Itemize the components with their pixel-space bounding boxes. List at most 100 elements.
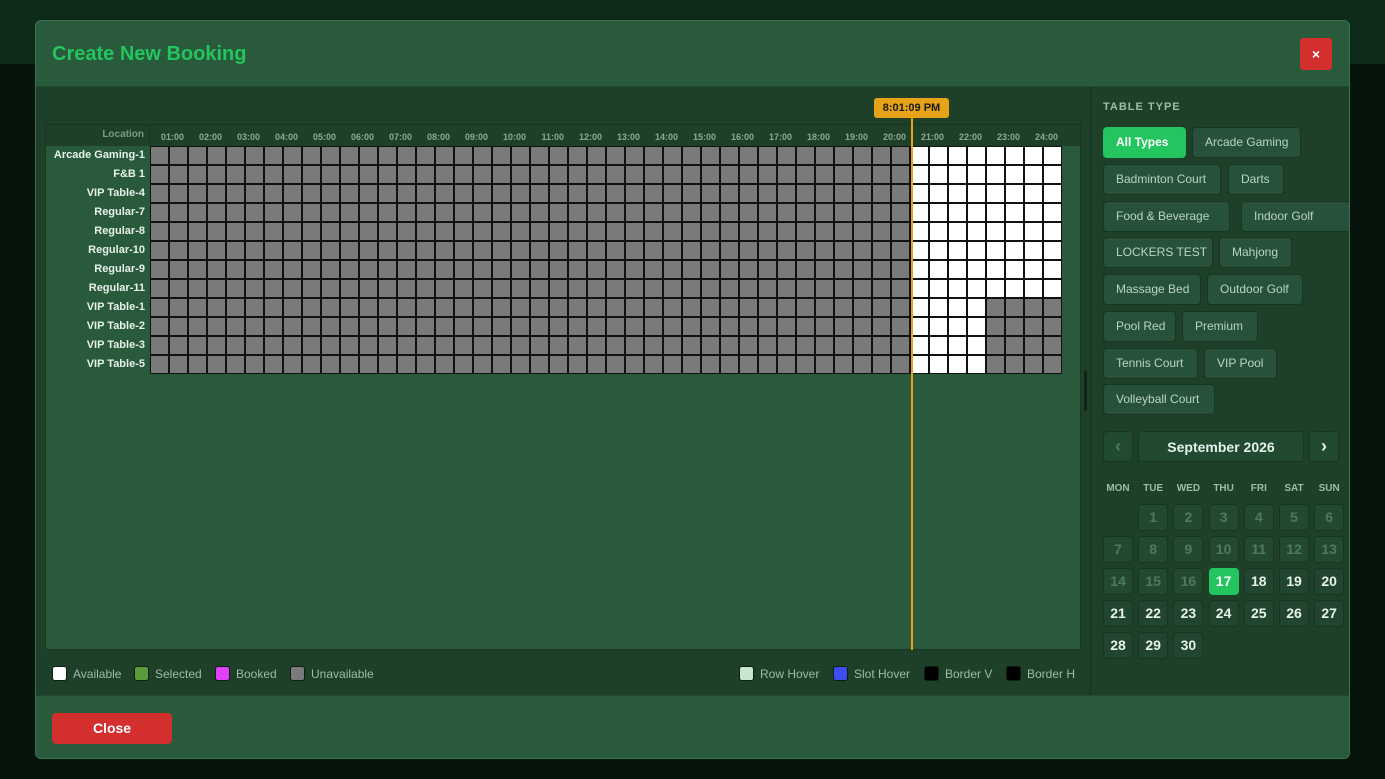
table-type-option[interactable]: Darts [1228, 164, 1284, 195]
slot-available[interactable] [1005, 222, 1024, 241]
slot-available[interactable] [948, 165, 967, 184]
slot-available[interactable] [948, 241, 967, 260]
table-type-option[interactable]: Mahjong [1219, 237, 1292, 268]
slot-available[interactable] [1043, 260, 1062, 279]
slot-available[interactable] [1043, 279, 1062, 298]
slot-available[interactable] [967, 146, 986, 165]
slot-available[interactable] [929, 336, 948, 355]
slot-available[interactable] [967, 241, 986, 260]
slot-available[interactable] [1043, 165, 1062, 184]
slot-available[interactable] [1024, 260, 1043, 279]
slot-available[interactable] [967, 298, 986, 317]
slot-available[interactable] [1005, 241, 1024, 260]
slot-available[interactable] [929, 165, 948, 184]
close-x-button[interactable]: × [1300, 38, 1332, 70]
slot-available[interactable] [929, 241, 948, 260]
slot-available[interactable] [986, 241, 1005, 260]
slot-available[interactable] [1024, 184, 1043, 203]
slot-available[interactable] [967, 317, 986, 336]
slot-available[interactable] [1043, 146, 1062, 165]
slot-available[interactable] [1024, 146, 1043, 165]
table-type-option[interactable]: Massage Bed [1103, 274, 1201, 305]
table-type-option[interactable]: Volleyball Court [1103, 384, 1215, 415]
calendar-day[interactable]: 26 [1279, 600, 1309, 627]
slot-available[interactable] [948, 146, 967, 165]
slot-available[interactable] [1024, 241, 1043, 260]
slot-available[interactable] [948, 260, 967, 279]
calendar-day[interactable]: 25 [1243, 600, 1274, 627]
slot-available[interactable] [1005, 279, 1024, 298]
prev-month-button[interactable]: ‹ [1103, 431, 1133, 462]
slot-available[interactable] [1005, 203, 1024, 222]
slot-available[interactable] [929, 355, 948, 374]
calendar-day[interactable]: 24 [1208, 600, 1239, 627]
slot-available[interactable] [1005, 184, 1024, 203]
slot-available[interactable] [948, 222, 967, 241]
slot-available[interactable] [967, 203, 986, 222]
slot-available[interactable] [1043, 222, 1062, 241]
slot-available[interactable] [948, 203, 967, 222]
slot-available[interactable] [986, 222, 1005, 241]
slot-available[interactable] [1043, 203, 1062, 222]
calendar-day[interactable]: 29 [1138, 632, 1169, 659]
slot-available[interactable] [986, 279, 1005, 298]
slot-available[interactable] [1005, 260, 1024, 279]
calendar-day[interactable]: 22 [1138, 600, 1169, 627]
slot-available[interactable] [967, 184, 986, 203]
next-month-button[interactable]: › [1309, 431, 1339, 462]
table-type-option[interactable]: Badminton Court [1103, 164, 1221, 195]
slot-available[interactable] [1043, 241, 1062, 260]
slot-available[interactable] [1005, 146, 1024, 165]
slot-available[interactable] [967, 279, 986, 298]
resize-handle[interactable] [1084, 371, 1087, 411]
slot-available[interactable] [948, 184, 967, 203]
slot-available[interactable] [1024, 203, 1043, 222]
calendar-day[interactable]: 18 [1243, 568, 1274, 595]
slot-available[interactable] [948, 279, 967, 298]
table-type-option[interactable]: LOCKERS TEST [1103, 237, 1213, 268]
table-type-option[interactable]: Premium [1182, 311, 1258, 342]
slot-available[interactable] [948, 336, 967, 355]
slot-available[interactable] [929, 222, 948, 241]
slot-available[interactable] [986, 203, 1005, 222]
calendar-day[interactable]: 19 [1279, 568, 1309, 595]
slot-available[interactable] [948, 298, 967, 317]
slot-available[interactable] [1043, 184, 1062, 203]
table-type-option[interactable]: Outdoor Golf [1207, 274, 1303, 305]
slot-available[interactable] [986, 165, 1005, 184]
slot-available[interactable] [967, 222, 986, 241]
slot-available[interactable] [967, 260, 986, 279]
close-button[interactable]: Close [52, 713, 172, 744]
slot-available[interactable] [929, 184, 948, 203]
slot-available[interactable] [929, 279, 948, 298]
slot-available[interactable] [1024, 279, 1043, 298]
table-type-option[interactable]: Pool Red [1103, 311, 1176, 342]
slot-available[interactable] [986, 184, 1005, 203]
calendar-day[interactable]: 21 [1103, 600, 1133, 627]
table-type-option[interactable]: Indoor Golf [1241, 201, 1349, 232]
slot-available[interactable] [948, 317, 967, 336]
slot-available[interactable] [986, 146, 1005, 165]
calendar-day-selected[interactable]: 17 [1208, 568, 1239, 595]
slot-available[interactable] [929, 203, 948, 222]
slot-available[interactable] [929, 146, 948, 165]
table-type-option[interactable]: Arcade Gaming [1192, 127, 1301, 158]
table-type-option[interactable]: VIP Pool [1204, 348, 1277, 379]
slot-available[interactable] [1005, 165, 1024, 184]
table-type-option[interactable]: Food & Beverage [1103, 201, 1230, 232]
calendar-day[interactable]: 27 [1314, 600, 1345, 627]
calendar-day[interactable]: 30 [1173, 632, 1204, 659]
slot-available[interactable] [929, 298, 948, 317]
calendar-day[interactable]: 23 [1173, 600, 1204, 627]
table-type-option[interactable]: Tennis Court [1103, 348, 1198, 379]
calendar-day[interactable]: 20 [1314, 568, 1345, 595]
slot-available[interactable] [1024, 222, 1043, 241]
table-type-option[interactable]: All Types [1103, 127, 1186, 158]
slot-available[interactable] [986, 260, 1005, 279]
slot-available[interactable] [967, 165, 986, 184]
slot-available[interactable] [967, 336, 986, 355]
slot-available[interactable] [1024, 165, 1043, 184]
calendar-day[interactable]: 28 [1103, 632, 1133, 659]
slot-available[interactable] [929, 317, 948, 336]
slot-available[interactable] [948, 355, 967, 374]
